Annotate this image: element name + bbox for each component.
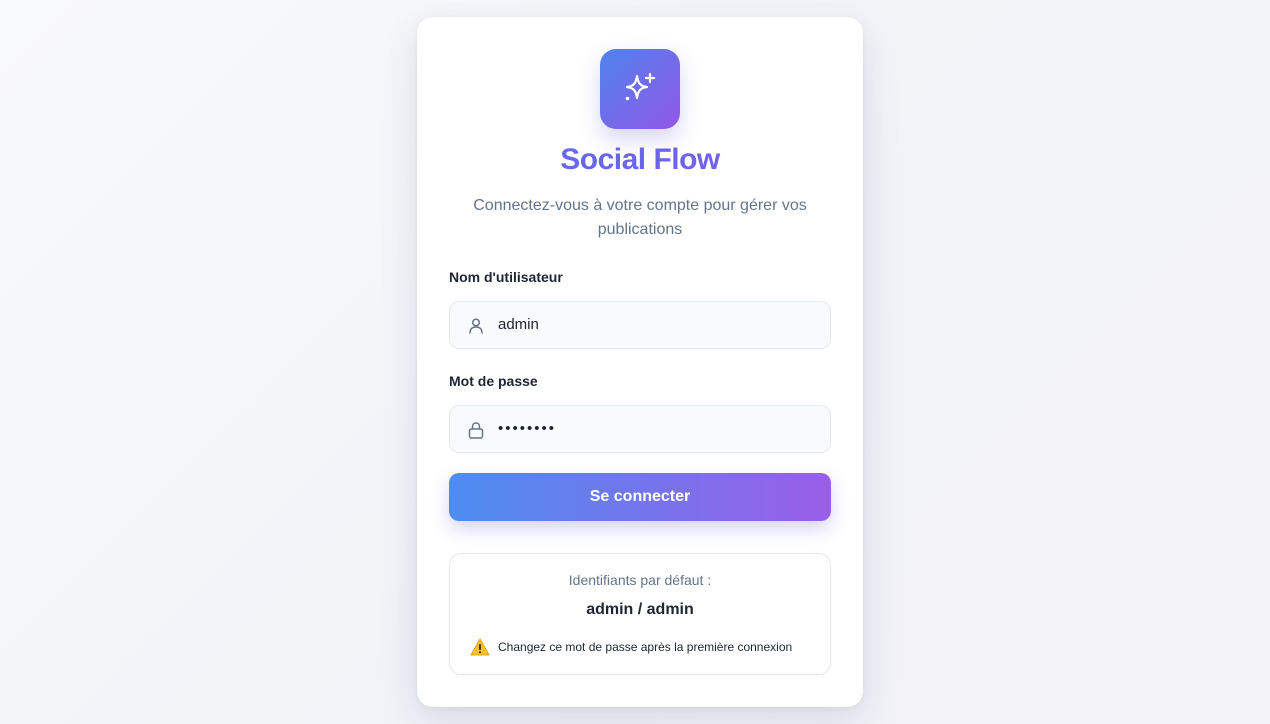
warning-text: Changez ce mot de passe après la premièr… <box>498 640 793 654</box>
app-logo <box>600 49 680 129</box>
password-input-value[interactable]: •••••••• <box>498 406 556 452</box>
login-subtitle: Connectez-vous à votre compte pour gérer… <box>473 197 807 238</box>
sparkles-icon <box>625 72 656 101</box>
password-change-warning: Changez ce mot de passe après la premièr… <box>470 637 792 657</box>
login-button[interactable]: Se connecter <box>449 473 831 521</box>
default-credentials-title: Identifiants par défaut : <box>568 572 712 588</box>
app-title: Social Flow <box>417 143 863 177</box>
username-field[interactable]: admin <box>449 301 831 349</box>
user-icon <box>469 318 483 334</box>
warning-icon <box>470 638 490 656</box>
lock-icon <box>468 422 484 439</box>
default-credentials-box: Identifiants par défaut : admin / admin … <box>449 553 831 675</box>
password-label: Mot de passe <box>449 373 538 389</box>
username-input-value[interactable]: admin <box>498 302 539 348</box>
login-card: Social Flow Connectez-vous à votre compt… <box>417 17 863 707</box>
default-credentials-value: admin / admin <box>586 601 694 618</box>
username-label: Nom d'utilisateur <box>449 269 563 285</box>
password-field[interactable]: •••••••• <box>449 405 831 453</box>
